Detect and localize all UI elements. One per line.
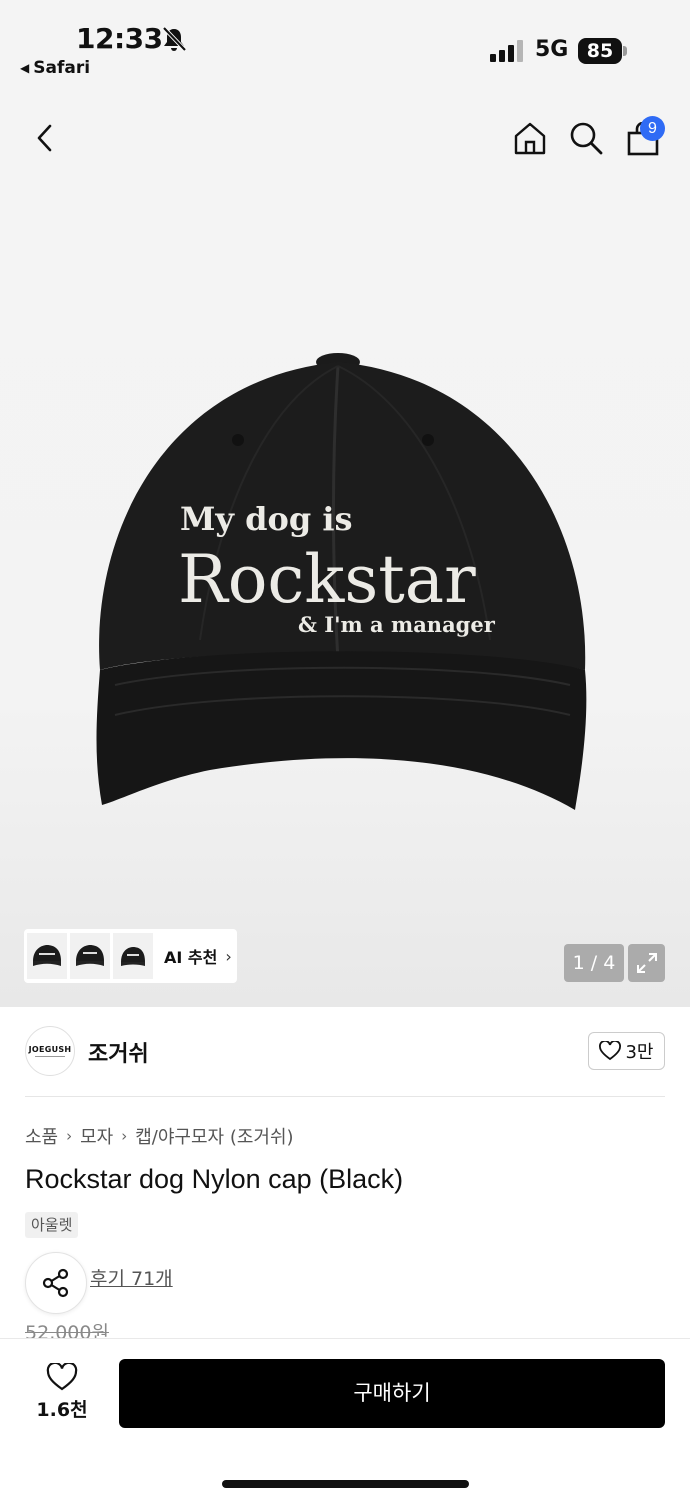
breadcrumb-item[interactable]: 소품	[25, 1123, 58, 1149]
ai-recommend-label[interactable]: AI 추천	[164, 944, 217, 968]
search-icon[interactable]	[568, 120, 604, 156]
battery-tip	[623, 46, 627, 56]
chevron-right-icon: ›	[225, 946, 232, 966]
image-page-counter: 1 / 4	[564, 944, 624, 982]
signal-icon	[490, 40, 523, 62]
brand-logo-underline	[35, 1056, 65, 1057]
wishlist-button[interactable]: 1.6천	[28, 1363, 96, 1422]
cap-thumb-icon	[76, 945, 104, 966]
ai-recommend-strip[interactable]: AI 추천 ›	[24, 929, 237, 983]
wishlist-count: 1.6천	[36, 1399, 88, 1421]
cap-thumb-icon	[33, 945, 61, 966]
bell-slash-icon	[162, 26, 187, 52]
brand-name[interactable]: 조거쉬	[88, 1036, 149, 1068]
back-app-label: Safari	[33, 58, 91, 78]
cap-text-line1: My dog is	[180, 500, 353, 538]
brand-like-count: 3만	[625, 1042, 654, 1063]
back-triangle-icon: ◀	[20, 61, 30, 75]
expand-icon	[636, 953, 657, 973]
heart-icon	[599, 1041, 622, 1061]
home-indicator[interactable]	[222, 1480, 469, 1488]
bottom-action-bar: 1.6천 구매하기	[0, 1338, 690, 1500]
network-type: 5G	[535, 37, 569, 62]
product-photo-cap: My dog is Rockstar & I'm a manager	[96, 353, 587, 810]
cap-text-line2: Rockstar	[178, 541, 476, 618]
divider	[25, 1096, 665, 1097]
review-count-link[interactable]: 후기 71개	[90, 1264, 173, 1291]
battery-indicator: 85	[578, 38, 628, 64]
cart-count-badge: 9	[640, 116, 665, 141]
battery-level: 85	[578, 38, 622, 64]
thumbnail[interactable]	[113, 933, 153, 979]
chevron-right-icon: ›	[121, 1127, 128, 1145]
product-image-area[interactable]: 12:33 ◀ Safari 5G 85 9 My dog is Rocksta…	[0, 0, 690, 1007]
back-to-safari[interactable]: ◀ Safari	[20, 58, 90, 78]
share-icon	[42, 1268, 69, 1298]
back-arrow-icon[interactable]	[32, 122, 58, 154]
heart-icon	[46, 1363, 78, 1391]
thumbnail[interactable]	[70, 933, 110, 979]
breadcrumb: 소품 › 모자 › 캡/야구모자 (조거쉬)	[25, 1123, 294, 1149]
product-title: Rockstar dog Nylon cap (Black)	[25, 1164, 404, 1194]
chevron-right-icon: ›	[66, 1127, 73, 1145]
cap-text-line3: & I'm a manager	[298, 612, 496, 637]
breadcrumb-item[interactable]: 캡/야구모자 (조거쉬)	[135, 1123, 293, 1149]
brand-like-button[interactable]: 3만	[588, 1032, 665, 1070]
brand-logo[interactable]: JOEGUSH	[25, 1026, 75, 1076]
buy-button[interactable]: 구매하기	[119, 1359, 665, 1428]
breadcrumb-item[interactable]: 모자	[80, 1123, 113, 1149]
cap-thumb-icon	[121, 947, 145, 966]
status-time: 12:33	[76, 22, 163, 55]
home-icon[interactable]	[512, 120, 548, 156]
share-button[interactable]	[25, 1252, 87, 1314]
expand-button[interactable]	[628, 944, 665, 982]
thumbnail[interactable]	[27, 933, 67, 979]
outlet-tag: 아울렛	[25, 1212, 79, 1238]
brand-logo-text: JOEGUSH	[28, 1045, 72, 1054]
